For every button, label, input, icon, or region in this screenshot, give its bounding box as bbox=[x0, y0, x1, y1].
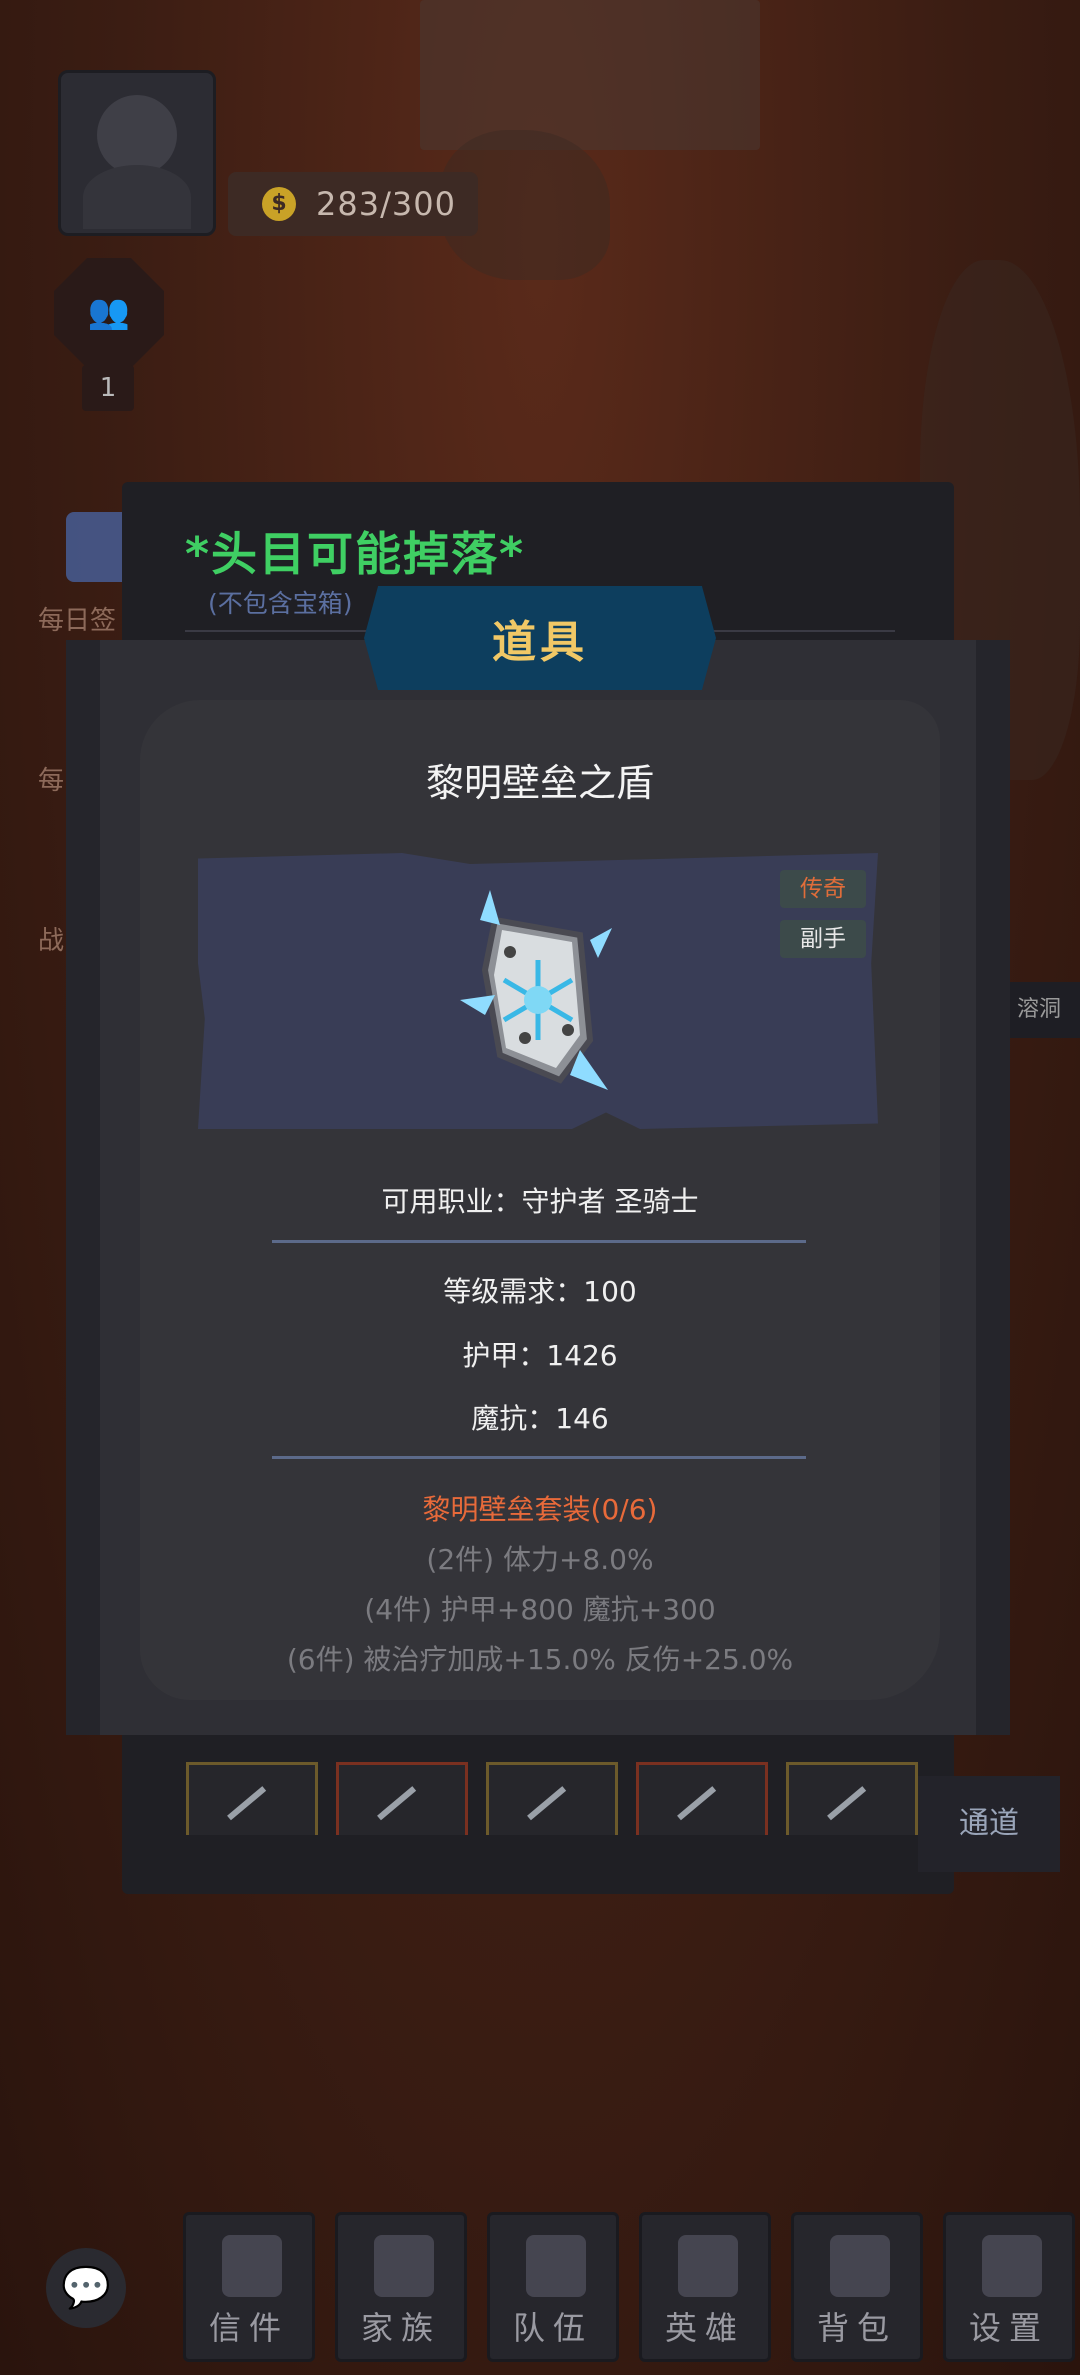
slot-type-badge: 副手 bbox=[780, 920, 866, 958]
item-level-requirement: 等级需求：100 bbox=[443, 1275, 637, 1308]
drop-slot-staff[interactable] bbox=[786, 1762, 918, 1835]
stats-divider-bottom bbox=[272, 1456, 806, 1459]
daily-checkin-label[interactable]: 每日签 bbox=[38, 600, 116, 637]
avatar-body bbox=[83, 165, 191, 229]
nav-settings-label: 设置 bbox=[968, 2309, 1049, 2347]
gear-icon bbox=[982, 2235, 1042, 2297]
item-classes: 可用职业：守护者 圣骑士 bbox=[381, 1185, 699, 1218]
drop-slot-dagger[interactable] bbox=[636, 1762, 768, 1835]
nav-family-button[interactable]: 家族 bbox=[335, 2212, 467, 2362]
scythe-icon bbox=[227, 1786, 267, 1821]
coin-icon: $ bbox=[262, 187, 296, 221]
dagger-icon bbox=[677, 1786, 717, 1821]
item-armor: 护甲：1426 bbox=[462, 1339, 618, 1372]
passage-label: 通道 bbox=[959, 1806, 1019, 1841]
team-count: 1 bbox=[82, 365, 134, 411]
chat-icon[interactable]: 💬 bbox=[46, 2248, 126, 2328]
background-wall bbox=[420, 0, 760, 150]
drop-slot-scythe[interactable] bbox=[186, 1762, 318, 1835]
team-button[interactable]: 👥 bbox=[54, 258, 164, 368]
item-panel-title: 道具 bbox=[492, 617, 588, 668]
helmet-icon bbox=[678, 2235, 738, 2297]
cave-tag[interactable]: 溶洞 bbox=[998, 982, 1080, 1038]
nav-family-label: 家族 bbox=[360, 2309, 441, 2347]
staff-icon bbox=[827, 1786, 867, 1821]
frost-shield-icon bbox=[460, 890, 612, 1090]
currency-value: 283/300 bbox=[316, 185, 456, 223]
sword-icon bbox=[527, 1786, 567, 1821]
nav-hero-button[interactable]: 英雄 bbox=[639, 2212, 771, 2362]
nav-team-label: 队伍 bbox=[512, 2309, 593, 2347]
flag-icon bbox=[526, 2235, 586, 2297]
nav-mail-label: 信件 bbox=[208, 2309, 289, 2347]
side-label-battle[interactable]: 战 bbox=[38, 920, 64, 957]
people-icon: 👥 bbox=[87, 292, 131, 332]
currency-counter: $ 283/300 bbox=[228, 172, 478, 236]
drop-panel-title: *头目可能掉落* bbox=[185, 527, 526, 581]
drop-panel-subtitle: (不包含宝箱) bbox=[208, 589, 353, 618]
item-name: 黎明壁垒之盾 bbox=[425, 761, 654, 805]
nav-hero-label: 英雄 bbox=[664, 2309, 745, 2347]
passage-button[interactable]: 通道 bbox=[918, 1776, 1060, 1872]
rarity-badge: 传奇 bbox=[780, 870, 866, 908]
drop-slot-sword[interactable] bbox=[486, 1762, 618, 1835]
nav-bag-button[interactable]: 背包 bbox=[791, 2212, 923, 2362]
avatar-head bbox=[97, 95, 177, 175]
nav-team-button[interactable]: 队伍 bbox=[487, 2212, 619, 2362]
drop-item-slots bbox=[186, 1762, 918, 1835]
drop-slot-bow[interactable] bbox=[336, 1762, 468, 1835]
player-avatar[interactable] bbox=[58, 70, 216, 236]
scroll-icon bbox=[222, 2235, 282, 2297]
shield-banner-icon bbox=[374, 2235, 434, 2297]
nav-bag-label: 背包 bbox=[816, 2309, 897, 2347]
item-magic-resist: 魔抗：146 bbox=[471, 1402, 609, 1435]
nav-settings-button[interactable]: 设置 bbox=[943, 2212, 1075, 2362]
bag-icon bbox=[830, 2235, 890, 2297]
nav-mail-button[interactable]: 信件 bbox=[183, 2212, 315, 2362]
set-bonus-6: (6件) 被治疗加成+15.0% 反伤+25.0% bbox=[286, 1643, 794, 1676]
stats-divider-top bbox=[272, 1240, 806, 1243]
item-panel-banner: 道具 bbox=[364, 586, 716, 690]
set-bonus-2: (2件) 体力+8.0% bbox=[426, 1543, 654, 1576]
set-title: 黎明壁垒套装(0/6) bbox=[422, 1493, 658, 1526]
bow-icon bbox=[377, 1786, 417, 1821]
set-bonus-4: (4件) 护甲+800 魔抗+300 bbox=[364, 1593, 716, 1626]
